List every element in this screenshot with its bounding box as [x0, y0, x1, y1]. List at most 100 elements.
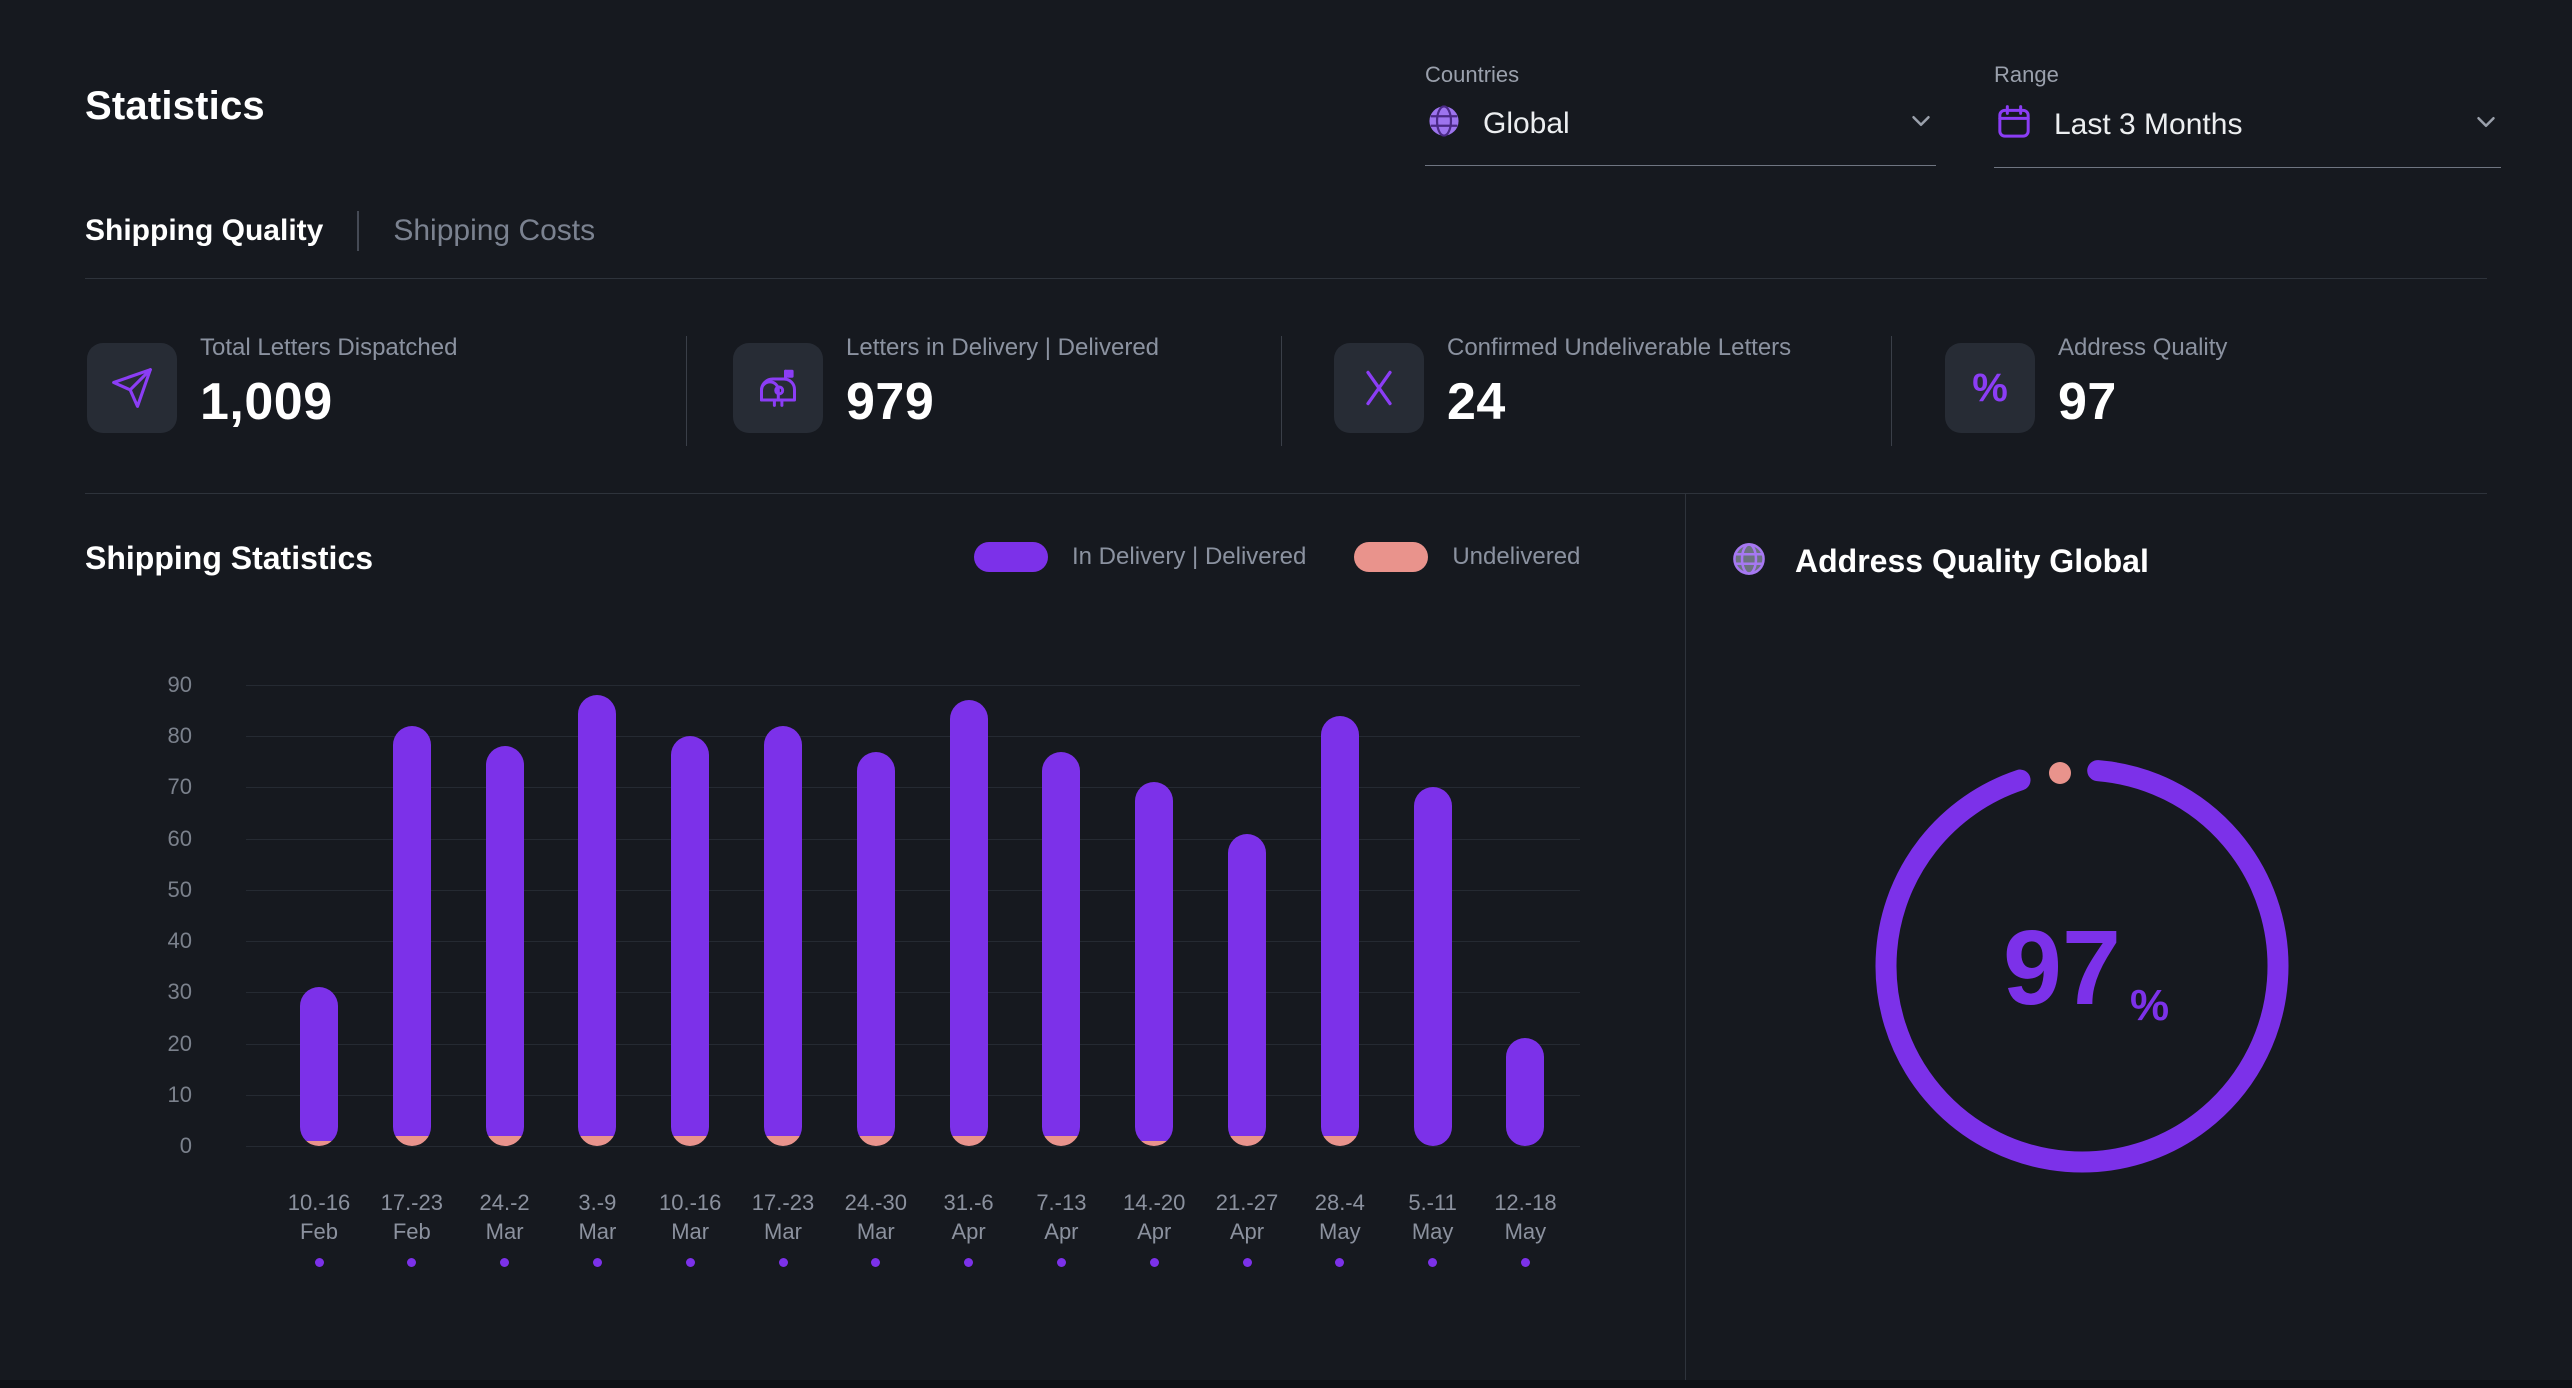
bar-10.-16-Mar[interactable] [671, 736, 709, 1146]
bar-delivered-segment [950, 700, 988, 1136]
globe-icon [1730, 540, 1768, 583]
x-tick-dot [407, 1258, 416, 1267]
bar-delivered-segment [486, 746, 524, 1136]
kpi-separator [1281, 336, 1282, 446]
y-tick-label: 80 [122, 723, 192, 749]
countries-value: Global [1483, 107, 1570, 141]
grid-line [246, 1146, 1580, 1147]
bar-undelivered-segment [764, 1136, 802, 1146]
range-value: Last 3 Months [2054, 108, 2242, 142]
bar-17.-23-Mar[interactable] [764, 726, 802, 1146]
bar-7.-13-Apr[interactable] [1042, 752, 1080, 1146]
bar-undelivered-segment [1228, 1136, 1266, 1146]
kpi-value: 24 [1447, 372, 1791, 432]
bar-undelivered-segment [486, 1136, 524, 1146]
legend-swatch [974, 542, 1048, 572]
grid-line [246, 839, 1580, 840]
bar-undelivered-segment [857, 1136, 895, 1146]
kpi-label: Letters in Delivery | Delivered [846, 334, 1159, 362]
panel-divider [1685, 494, 1686, 1380]
x-tick-dot [779, 1258, 788, 1267]
y-tick-label: 20 [122, 1031, 192, 1057]
gauge-value: 97 [2003, 909, 2121, 1027]
x-tick-dot [500, 1258, 509, 1267]
kpi-separator [686, 336, 687, 446]
bar-delivered-segment [857, 752, 895, 1136]
y-tick-label: 40 [122, 928, 192, 954]
bar-delivered-segment [1414, 787, 1452, 1146]
page-title: Statistics [85, 84, 265, 129]
mailbox-icon [733, 343, 823, 433]
x-tick-dot [1428, 1258, 1437, 1267]
chart-title: Shipping Statistics [85, 540, 373, 577]
bar-3.-9-Mar[interactable] [578, 695, 616, 1146]
y-tick-label: 70 [122, 774, 192, 800]
grid-line [246, 941, 1580, 942]
kpi-card: Confirmed Undeliverable Letters24 [1334, 330, 1791, 433]
grid-line [246, 992, 1580, 993]
bar-24.-2-Mar[interactable] [486, 746, 524, 1146]
tabs-divider [85, 278, 2487, 279]
gauge-header: Address Quality Global [1730, 540, 2149, 583]
chevron-down-icon [2471, 107, 2501, 142]
legend-item[interactable]: Undelivered [1354, 542, 1580, 572]
x-tick-dot [593, 1258, 602, 1267]
bar-12.-18-May[interactable] [1506, 1038, 1544, 1146]
grid-line [246, 1044, 1580, 1045]
tab-bar: Shipping Quality Shipping Costs [85, 211, 595, 251]
bar-17.-23-Feb[interactable] [393, 726, 431, 1146]
x-tick-label: 12.-18May [1460, 1188, 1590, 1267]
tab-shipping-quality[interactable]: Shipping Quality [85, 214, 323, 248]
kpi-value: 979 [846, 372, 1159, 432]
bar-undelivered-segment [1042, 1136, 1080, 1146]
y-tick-label: 50 [122, 877, 192, 903]
bar-delivered-segment [764, 726, 802, 1136]
bar-21.-27-Apr[interactable] [1228, 834, 1266, 1146]
bar-delivered-segment [1042, 752, 1080, 1136]
bar-delivered-segment [1506, 1038, 1544, 1146]
countries-label: Countries [1425, 62, 1936, 88]
range-select[interactable]: Range Last 3 Months [1994, 62, 2501, 168]
chart-legend: In Delivery | Delivered Undelivered [926, 542, 1580, 572]
x-tick-range: 12.-18 [1460, 1188, 1590, 1217]
bar-delivered-segment [1321, 716, 1359, 1136]
window-bottom-edge [0, 1380, 2572, 1388]
bar-14.-20-Apr[interactable] [1135, 782, 1173, 1146]
grid-line [246, 685, 1580, 686]
kpi-card: %Address Quality97 [1945, 330, 2227, 433]
bar-24.-30-Mar[interactable] [857, 752, 895, 1146]
x-tick-dot [686, 1258, 695, 1267]
bar-delivered-segment [578, 695, 616, 1136]
legend-swatch [1354, 542, 1428, 572]
bar-delivered-segment [300, 987, 338, 1141]
chevron-down-icon [1906, 106, 1936, 141]
bar-undelivered-segment [1321, 1136, 1359, 1146]
legend-item[interactable]: In Delivery | Delivered [974, 542, 1306, 572]
kpi-value: 1,009 [200, 372, 457, 432]
gauge-undelivered-dot [2049, 762, 2071, 784]
globe-icon [1425, 102, 1463, 145]
bar-31.-6-Apr[interactable] [950, 700, 988, 1146]
bar-chart-plot [246, 685, 1580, 1146]
tab-shipping-costs[interactable]: Shipping Costs [393, 214, 595, 248]
kpi-divider [85, 493, 2487, 494]
x-tick-dot [315, 1258, 324, 1267]
grid-line [246, 890, 1580, 891]
y-tick-label: 0 [122, 1133, 192, 1159]
x-icon [1334, 343, 1424, 433]
x-axis: 10.-16Feb17.-23Feb24.-2Mar3.-9Mar10.-16M… [246, 1188, 1580, 1298]
bar-undelivered-segment [393, 1136, 431, 1146]
statistics-dashboard: Statistics Countries Global Range Last 3… [0, 0, 2572, 1388]
bar-28.-4-May[interactable] [1321, 716, 1359, 1146]
gauge-title: Address Quality Global [1795, 543, 2149, 580]
bar-10.-16-Feb[interactable] [300, 987, 338, 1146]
kpi-label: Total Letters Dispatched [200, 334, 457, 362]
countries-select[interactable]: Countries Global [1425, 62, 1936, 166]
percent-icon: % [1945, 343, 2035, 433]
bar-undelivered-segment [950, 1136, 988, 1146]
gauge-unit: % [2130, 981, 2169, 1030]
legend-label: Undelivered [1452, 543, 1580, 571]
bar-5.-11-May[interactable] [1414, 787, 1452, 1146]
grid-line [246, 736, 1580, 737]
x-tick-dot [1521, 1258, 1530, 1267]
